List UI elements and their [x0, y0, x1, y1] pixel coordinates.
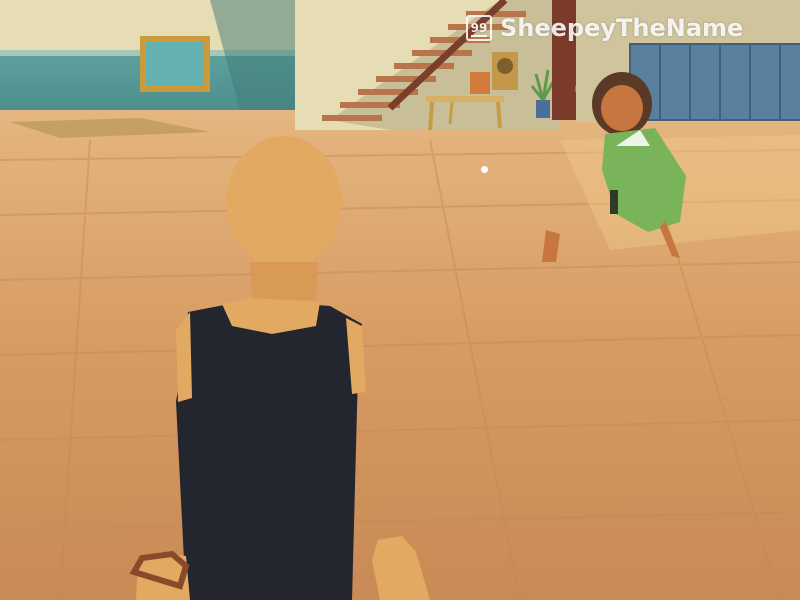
game-viewport[interactable]: 99 SheepeyTheName — [0, 0, 800, 600]
player-name: SheepeyTheName — [500, 14, 744, 42]
bulletin-board — [140, 36, 210, 92]
game-scene — [0, 0, 800, 600]
level-badge-icon: 99 — [466, 15, 492, 41]
crosshair-icon — [481, 166, 488, 173]
table-item — [470, 72, 490, 94]
lockers — [629, 43, 800, 121]
player-nameplate: 99 SheepeyTheName — [466, 14, 743, 42]
level-number: 99 — [470, 21, 488, 35]
